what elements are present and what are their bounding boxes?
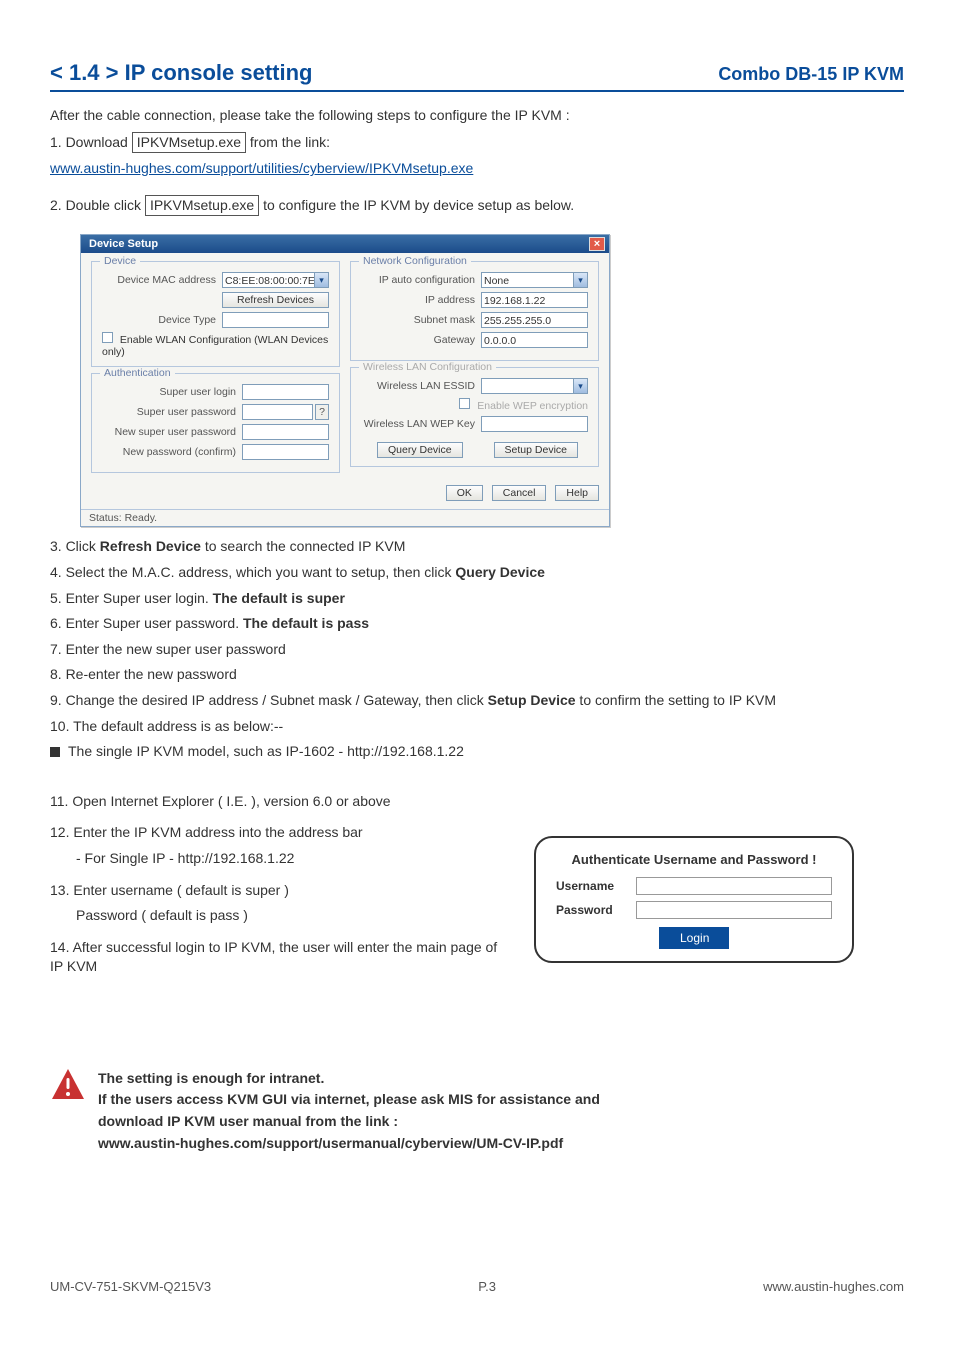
ip-label: IP address (361, 294, 481, 306)
dialog-title: Device Setup (89, 238, 158, 250)
gw-field[interactable]: 0.0.0.0 (481, 332, 588, 348)
chevron-down-icon: ▾ (573, 379, 587, 393)
login-field[interactable] (242, 384, 329, 400)
wepkey-field (481, 416, 588, 432)
login-panel: Authenticate Username and Password ! Use… (534, 836, 854, 963)
steps-3-10: 3. Click Refresh Device to search the co… (50, 537, 904, 761)
mac-select[interactable]: C8:EE:08:00:00:7E ▾ (222, 272, 329, 288)
wepkey-label: Wireless LAN WEP Key (361, 418, 481, 430)
download-link[interactable]: www.austin-hughes.com/support/utilities/… (50, 160, 473, 176)
pass-label: Super user password (102, 406, 242, 418)
ip-field[interactable]: 192.168.1.22 (481, 292, 588, 308)
product-title: Combo DB-15 IP KVM (718, 64, 904, 85)
ok-button[interactable]: OK (446, 485, 483, 501)
password-field[interactable] (636, 901, 832, 919)
cancel-button[interactable]: Cancel (492, 485, 547, 501)
essid-select: ▾ (481, 378, 588, 394)
ipauto-label: IP auto configuration (361, 274, 481, 286)
query-device-button[interactable]: Query Device (377, 442, 463, 458)
help-icon[interactable]: ? (315, 404, 329, 420)
exe-box-1: IPKVMsetup.exe (132, 132, 246, 154)
confirm-field[interactable] (242, 444, 329, 460)
close-icon[interactable]: × (589, 237, 605, 251)
status-bar: Status: Ready. (81, 509, 609, 526)
warning-block: The setting is enough for intranet. If t… (50, 1067, 904, 1155)
chevron-down-icon[interactable]: ▾ (314, 273, 328, 287)
username-field[interactable] (636, 877, 832, 895)
login-button[interactable]: Login (659, 927, 729, 949)
mask-field[interactable]: 255.255.255.0 (481, 312, 588, 328)
confirm-label: New password (confirm) (102, 446, 242, 458)
steps-11-14: 11. Open Internet Explorer ( I.E. ), ver… (50, 792, 510, 977)
device-type-field (222, 312, 329, 328)
password-label: Password (556, 903, 636, 917)
section-title: < 1.4 > IP console setting (50, 60, 312, 86)
page-number: P.3 (478, 1279, 496, 1294)
site-url: www.austin-hughes.com (763, 1279, 904, 1294)
ipauto-select[interactable]: None▾ (481, 272, 588, 288)
wep-label: Enable WEP encryption (477, 400, 588, 412)
help-button[interactable]: Help (555, 485, 599, 501)
mask-label: Subnet mask (361, 314, 481, 326)
pass-field[interactable] (242, 404, 313, 420)
device-legend: Device (100, 255, 140, 267)
device-type-label: Device Type (102, 314, 222, 326)
auth-legend: Authentication (100, 367, 175, 379)
device-setup-dialog: Device Setup × Device Device MAC address… (80, 234, 610, 527)
wlan-checkbox-label: Enable WLAN Configuration (WLAN Devices … (102, 334, 328, 358)
doc-id: UM-CV-751-SKVM-Q215V3 (50, 1279, 211, 1294)
username-label: Username (556, 879, 636, 893)
newpass-field[interactable] (242, 424, 329, 440)
setup-device-button[interactable]: Setup Device (494, 442, 578, 458)
gw-label: Gateway (361, 334, 481, 346)
step-2: 2. Double click IPKVMsetup.exe to config… (50, 195, 904, 217)
step-1: 1. Download IPKVMsetup.exe from the link… (50, 132, 904, 154)
wlan-legend: Wireless LAN Configuration (359, 361, 496, 373)
refresh-devices-button[interactable]: Refresh Devices (222, 292, 329, 308)
mac-label: Device MAC address (102, 274, 222, 286)
warning-icon (50, 1067, 86, 1103)
wlan-checkbox[interactable] (102, 332, 113, 343)
newpass-label: New super user password (102, 426, 242, 438)
net-legend: Network Configuration (359, 255, 471, 267)
page-footer: UM-CV-751-SKVM-Q215V3 P.3 www.austin-hug… (50, 1279, 904, 1294)
login-title: Authenticate Username and Password ! (556, 852, 832, 867)
chevron-down-icon[interactable]: ▾ (573, 273, 587, 287)
square-bullet-icon (50, 747, 60, 757)
intro: After the cable connection, please take … (50, 106, 904, 126)
login-label: Super user login (102, 386, 242, 398)
essid-label: Wireless LAN ESSID (361, 380, 481, 392)
wep-checkbox (459, 398, 470, 409)
exe-box-2: IPKVMsetup.exe (145, 195, 259, 217)
